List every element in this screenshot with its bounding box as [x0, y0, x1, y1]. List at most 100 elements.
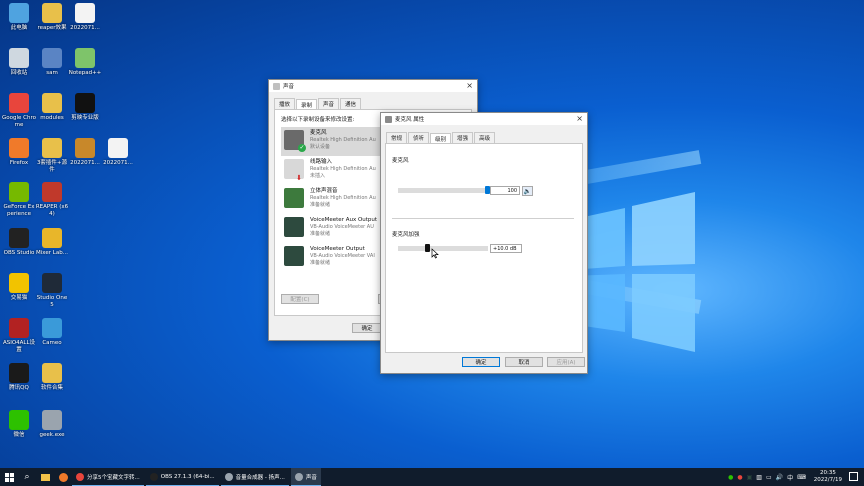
taskbar-app-button[interactable]: 声音	[290, 468, 321, 486]
sound-ok-button[interactable]: 确定	[352, 323, 382, 333]
desktop-icon[interactable]: 回收站	[2, 48, 36, 77]
device-desc: Realtek High Definition Au	[310, 166, 376, 172]
firefox-icon[interactable]	[54, 468, 72, 486]
boost-label: 麦克风加强	[392, 232, 420, 238]
desktop-icon[interactable]: Mixer Lab...	[35, 228, 69, 257]
app-icon	[42, 93, 62, 113]
desktop-icon[interactable]: Google Chrome	[2, 93, 36, 128]
mic-level-value[interactable]: 100	[490, 186, 520, 195]
props-apply-button[interactable]: 应用(A)	[547, 357, 585, 367]
desktop-icon[interactable]: 微信	[2, 410, 36, 439]
desktop-icon-label: 回收站	[10, 70, 28, 76]
network-icon[interactable]: ▥	[756, 474, 762, 481]
desktop-icon-label: 腾讯QQ	[9, 385, 29, 391]
mouse-cursor-icon	[431, 248, 439, 259]
unplugged-arrow-icon: ⬇	[296, 174, 302, 182]
device-icon: ⬇	[284, 159, 304, 182]
desktop-icon[interactable]: Studio One 5	[35, 273, 69, 308]
desktop-icon-label: geek.exe	[39, 432, 65, 438]
close-icon[interactable]: ×	[466, 81, 473, 90]
taskbar-app-button[interactable]: 分享5个宝藏文字转...	[72, 468, 144, 486]
taskbar-app-button[interactable]: 音量合成器 - 扬声...	[220, 468, 289, 486]
input-method-icon[interactable]: ⌨	[797, 474, 806, 481]
desktop-icon[interactable]: geek.exe	[35, 410, 69, 439]
desktop-icon-label: 3套插件+源件	[36, 160, 68, 173]
desktop-icon[interactable]: Notepad++	[68, 48, 102, 77]
desktop-icon[interactable]: 2022071...	[101, 138, 135, 167]
tab-general[interactable]: 常规	[386, 132, 408, 143]
props-titlebar[interactable]: 麦克风 属性 ×	[381, 113, 587, 125]
desktop-icon[interactable]: OBS Studio	[2, 228, 36, 257]
file-explorer-icon[interactable]	[36, 468, 54, 486]
desktop-icon-label: 此电脑	[10, 25, 28, 31]
tray-app-icon[interactable]: ●	[737, 474, 742, 481]
desktop-icon[interactable]: 此电脑	[2, 3, 36, 32]
mic-level-track[interactable]	[398, 188, 488, 193]
sound-dialog-titlebar[interactable]: 声音 ×	[269, 80, 477, 92]
battery-icon[interactable]: ▭	[766, 474, 772, 481]
desktop-icon[interactable]: 3套插件+源件	[35, 138, 69, 173]
search-icon[interactable]: ⌕	[18, 468, 36, 486]
desktop-icon[interactable]: 2022071...	[68, 3, 102, 32]
clock[interactable]: 20:35 2022/7/19	[814, 470, 842, 484]
desktop-icon[interactable]: REAPER (x64)	[35, 182, 69, 217]
device-icon	[284, 246, 304, 266]
app-icon	[42, 182, 62, 202]
desktop-icon[interactable]: 软件合集	[35, 363, 69, 392]
desktop-icon-label: 微信	[13, 432, 25, 438]
desktop-icon-label: 2022071...	[70, 160, 100, 166]
divider	[392, 218, 574, 219]
desktop-icon[interactable]: GeForce Experience	[2, 182, 36, 217]
device-desc: VB-Audio VoiceMeeter VAI	[310, 253, 375, 259]
app-icon	[108, 138, 128, 158]
desktop-icon[interactable]: 腾讯QQ	[2, 363, 36, 392]
notification-icon[interactable]	[849, 472, 858, 481]
boost-track[interactable]	[398, 246, 488, 251]
desktop-icon[interactable]: ASIO4ALL设置	[2, 318, 36, 353]
desktop-icon[interactable]: 剪映专业版	[68, 93, 102, 122]
device-icon	[284, 217, 304, 237]
language-icon[interactable]: 中	[787, 473, 793, 482]
volume-icon[interactable]: 🔊	[776, 474, 783, 481]
device-status: 未插入	[310, 172, 326, 179]
tray-app-icon[interactable]: ▣	[747, 474, 753, 481]
desktop-icon[interactable]: 交易猫	[2, 273, 36, 302]
tab-enhancements[interactable]: 增强	[452, 132, 474, 143]
device-name: 立体声混音	[310, 188, 338, 194]
mic-properties-dialog: 麦克风 属性 × 常规 侦听 级别 增强 高级 麦克风 100 🔈 麦克风加强 …	[380, 112, 588, 374]
tray-app-icon[interactable]: ●	[728, 474, 733, 481]
desktop-icon-label: GeForce Experience	[3, 204, 35, 217]
app-icon	[9, 93, 29, 113]
desktop-icon[interactable]: modules	[35, 93, 69, 122]
taskbar-app-label: 声音	[305, 474, 317, 481]
tab-communications[interactable]: 通信	[340, 98, 362, 109]
close-icon[interactable]: ×	[576, 114, 583, 123]
desktop-icon[interactable]: Firefox	[2, 138, 36, 167]
boost-slider-thumb[interactable]	[424, 244, 430, 252]
configure-button[interactable]: 配置(C)	[281, 294, 319, 304]
tab-sounds[interactable]: 声音	[318, 98, 340, 109]
start-button[interactable]	[0, 468, 18, 486]
tab-listen[interactable]: 侦听	[408, 132, 430, 143]
tab-playback[interactable]: 播放	[274, 98, 296, 109]
app-icon	[9, 410, 29, 430]
desktop-icon[interactable]: sam	[35, 48, 69, 77]
desktop-icon-label: sam	[46, 70, 58, 76]
desktop-icon[interactable]: Cameo	[35, 318, 69, 347]
boost-value[interactable]: +10.0 dB	[490, 244, 522, 253]
mute-toggle-icon[interactable]: 🔈	[522, 186, 533, 196]
app-icon	[9, 48, 29, 68]
props-cancel-button[interactable]: 取消	[505, 357, 543, 367]
app-icon	[42, 363, 62, 383]
desktop-icon[interactable]: reaper效果	[35, 3, 69, 32]
sound-dialog-tabs: 播放 录制 声音 通信	[269, 98, 477, 110]
app-icon	[149, 472, 158, 481]
app-icon	[9, 273, 29, 293]
tab-advanced[interactable]: 高级	[474, 132, 496, 143]
app-icon	[42, 273, 62, 293]
taskbar-app-button[interactable]: OBS 27.1.3 (64-bi...	[145, 468, 219, 486]
app-icon	[75, 48, 95, 68]
desktop-icon[interactable]: 2022071...	[68, 138, 102, 167]
levels-panel: 麦克风 100 🔈 麦克风加强 +10.0 dB	[385, 143, 583, 353]
props-ok-button[interactable]: 确定	[462, 357, 500, 367]
